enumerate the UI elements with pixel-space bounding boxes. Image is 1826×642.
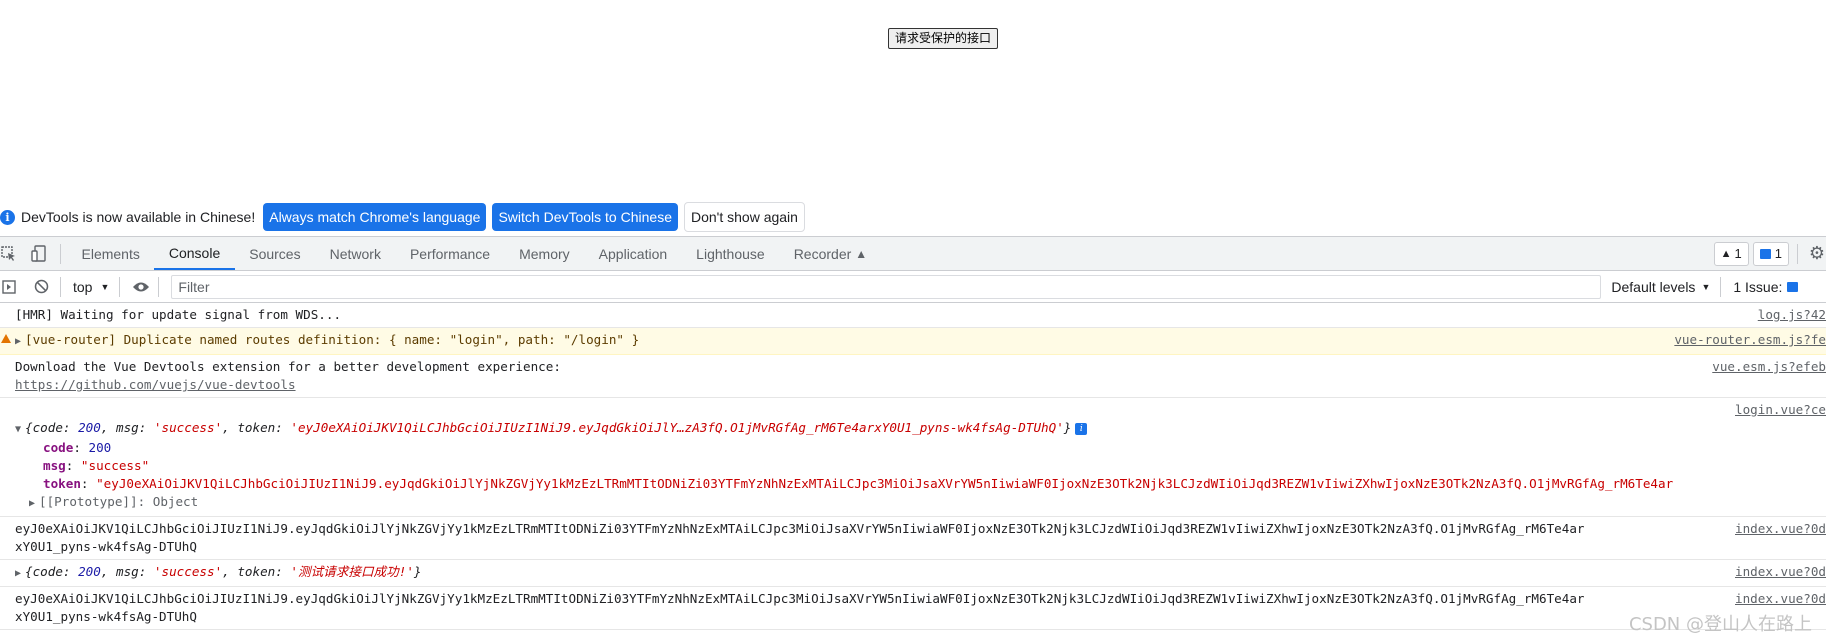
console-message-token-2: eyJ0eXAiOiJKV1QiLCJhbGciOiJIUzI1NiJ9.eyJ… — [0, 587, 1826, 630]
divider — [1720, 276, 1722, 297]
eye-icon[interactable] — [132, 278, 150, 296]
token-line-1: eyJ0eXAiOiJKV1QiLCJhbGciOiJIUzI1NiJ9.eyJ… — [15, 591, 1585, 606]
context-selector[interactable]: top ▼ — [73, 279, 109, 295]
property-msg: msg: "success" — [43, 458, 150, 473]
issues-button[interactable]: 1 Issue: — [1733, 278, 1799, 295]
flask-icon: ▲ — [855, 246, 868, 261]
console-object-index[interactable]: ▶ {code: 200, msg: 'success', token: '测试请… — [0, 560, 1826, 587]
request-protected-api-button[interactable]: 请求受保护的接口 — [888, 28, 999, 49]
tab-performance[interactable]: Performance — [395, 237, 504, 270]
expand-triangle-icon[interactable]: ▶ — [29, 495, 39, 513]
message-icon — [1787, 281, 1799, 292]
source-link[interactable]: index.vue?0d — [1731, 520, 1826, 538]
web-page: 请求受保护的接口 — [0, 0, 1826, 200]
console-object-login: login.vue?ce ▼ {code: 200, msg: 'success'… — [0, 398, 1826, 517]
console-message-token-1: eyJ0eXAiOiJKV1QiLCJhbGciOiJIUzI1NiJ9.eyJ… — [0, 517, 1826, 560]
console-message-hmr: [HMR] Waiting for update signal from WDS… — [0, 303, 1826, 328]
source-link[interactable]: vue.esm.js?efeb — [1708, 358, 1826, 376]
context-selector-value: top — [73, 278, 93, 295]
csdn-watermark: CSDN @登山人在路上 — [1628, 614, 1812, 635]
tab-lighthouse[interactable]: Lighthouse — [682, 237, 780, 270]
tab-sources[interactable]: Sources — [235, 237, 315, 270]
console-toolbar: top ▼ Filter Default levels ▼ 1 Issue: — [0, 271, 1826, 303]
warnings-count: 1 — [1734, 246, 1742, 261]
messages-badge[interactable]: 1 — [1752, 241, 1789, 266]
source-link[interactable]: log.js?42 — [1753, 306, 1826, 324]
source-link[interactable]: login.vue?ce — [1731, 401, 1826, 419]
devtools-tab-bar: Elements Console Sources Network Perform… — [0, 236, 1826, 271]
console-messages: [HMR] Waiting for update signal from WDS… — [0, 303, 1826, 630]
inspect-element-icon[interactable] — [0, 245, 18, 263]
object-summary[interactable]: ▼ {code: 200, msg: 'success', token: 'eyJ… — [0, 419, 1826, 439]
gear-icon[interactable]: ⚙ — [1808, 243, 1826, 263]
source-link[interactable]: index.vue?0d — [1731, 590, 1826, 608]
expand-triangle-icon[interactable]: ▶ — [15, 565, 25, 583]
dropdown-arrow-icon: ▼ — [1701, 281, 1711, 292]
tab-recorder[interactable]: Recorder ▲ — [779, 237, 881, 270]
sidebar-toggle-icon[interactable] — [0, 278, 18, 296]
infobar-text: DevTools is now available in Chinese! — [21, 209, 256, 225]
tab-elements[interactable]: Elements — [67, 237, 154, 270]
property-token: token: "eyJ0eXAiOiJKV1QiLCJhbGciOiJIUzI1… — [43, 476, 1674, 491]
info-icon: i — [0, 209, 15, 225]
divider — [119, 276, 121, 297]
message-text: [HMR] Waiting for update signal from WDS… — [15, 307, 342, 322]
source-link[interactable]: index.vue?0d — [1731, 563, 1826, 581]
switch-to-chinese-button[interactable]: Switch DevTools to Chinese — [492, 203, 678, 231]
token-line-1: eyJ0eXAiOiJKV1QiLCJhbGciOiJIUzI1NiJ9.eyJ… — [15, 521, 1585, 536]
dont-show-again-button[interactable]: Don't show again — [683, 202, 805, 232]
source-link[interactable]: vue-router.esm.js?fe — [1670, 331, 1826, 349]
warning-triangle-icon — [1, 334, 11, 343]
message-icon — [1759, 248, 1771, 259]
message-text: Download the Vue Devtools extension for … — [15, 359, 561, 374]
device-toolbar-icon[interactable] — [30, 244, 48, 263]
warning-triangle-icon: ▲ — [1720, 247, 1732, 260]
info-icon[interactable]: i — [1075, 422, 1088, 435]
collapse-triangle-icon[interactable]: ▼ — [15, 421, 25, 439]
clear-console-icon[interactable] — [32, 278, 50, 296]
tab-application[interactable]: Application — [584, 237, 682, 270]
always-match-language-button[interactable]: Always match Chrome's language — [263, 203, 487, 231]
dropdown-arrow-icon: ▼ — [100, 281, 110, 292]
default-levels-dropdown[interactable]: Default levels ▼ — [1611, 279, 1710, 295]
messages-count: 1 — [1774, 246, 1782, 261]
tab-memory[interactable]: Memory — [505, 237, 585, 270]
devtools-language-infobar: i DevTools is now available in Chinese! … — [0, 200, 1826, 234]
token-line-2: xY0U1_pyns-wk4fsAg-DTUhQ — [15, 609, 197, 624]
tab-console[interactable]: Console — [154, 237, 235, 270]
divider — [60, 276, 61, 297]
property-prototype[interactable]: ▶ [[Prototype]]: Object — [15, 493, 1826, 513]
warning-text: [vue-router] Duplicate named routes defi… — [25, 332, 640, 347]
filter-input[interactable]: Filter — [171, 274, 1602, 299]
property-code: code: 200 — [43, 440, 112, 455]
warnings-badge[interactable]: ▲ 1 — [1713, 241, 1749, 266]
token-line-2: xY0U1_pyns-wk4fsAg-DTUhQ — [15, 539, 197, 554]
tab-recorder-label: Recorder — [793, 245, 852, 262]
console-warning-router[interactable]: ▶ [vue-router] Duplicate named routes def… — [0, 328, 1826, 355]
divider — [158, 276, 160, 297]
divider — [60, 243, 61, 264]
devtools-link[interactable]: https://github.com/vuejs/vue-devtools — [15, 376, 1826, 394]
console-message-devtools: Download the Vue Devtools extension for … — [0, 355, 1826, 398]
expand-triangle-icon[interactable]: ▶ — [15, 333, 25, 351]
tab-network[interactable]: Network — [315, 237, 395, 270]
default-levels-label: Default levels — [1611, 278, 1696, 295]
issues-label: 1 Issue: — [1733, 278, 1783, 295]
divider — [1797, 243, 1798, 264]
